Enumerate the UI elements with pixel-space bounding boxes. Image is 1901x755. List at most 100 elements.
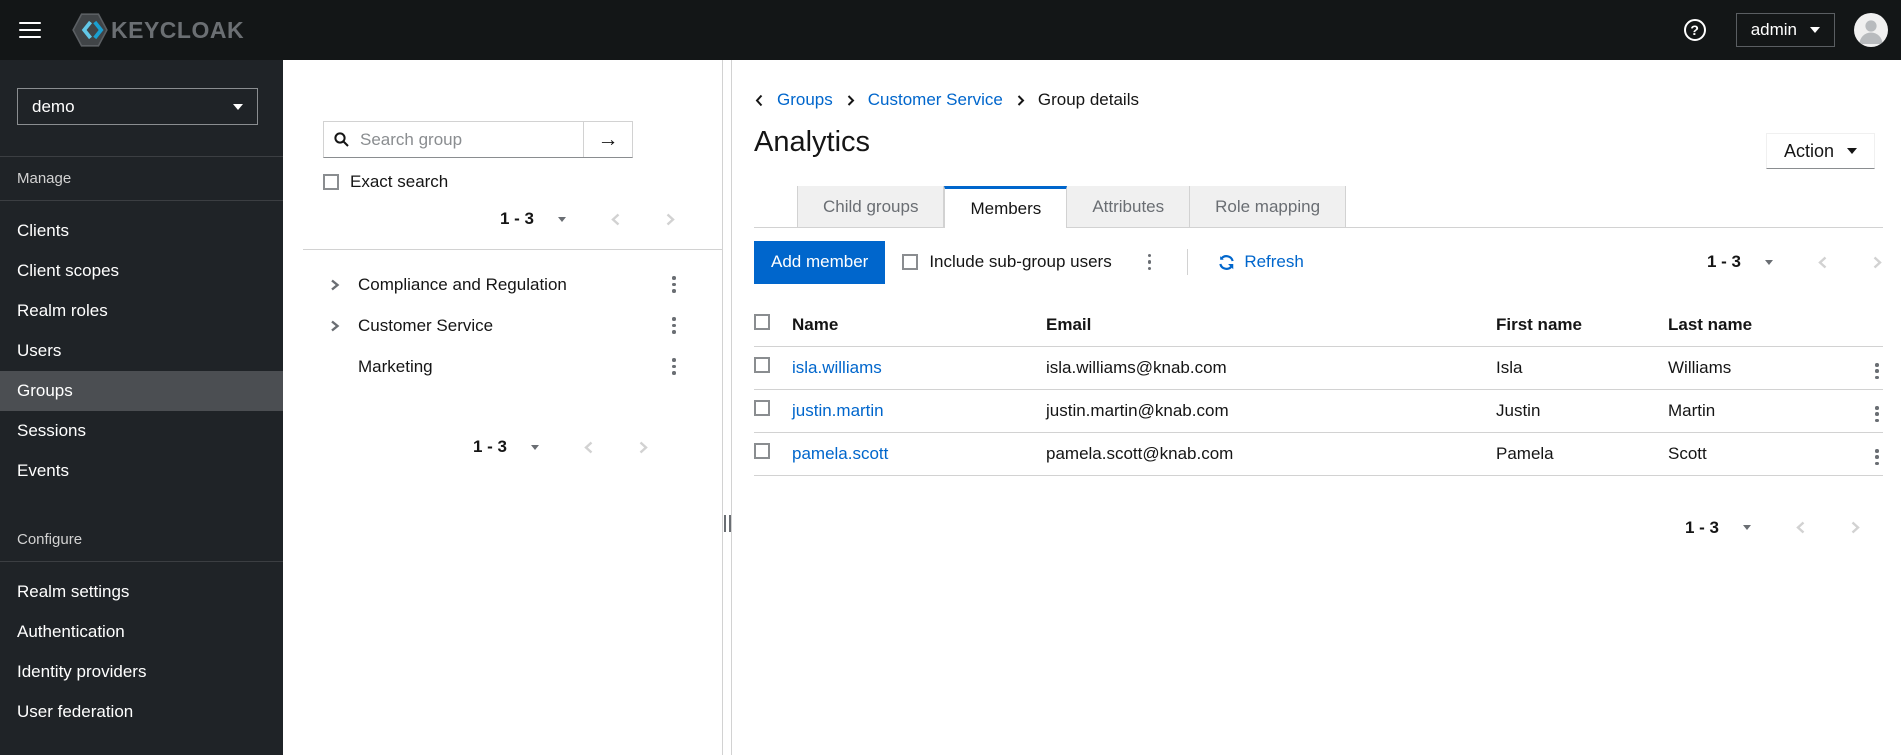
breadcrumb-current: Group details bbox=[1037, 90, 1139, 109]
member-name-link[interactable]: isla.williams bbox=[792, 358, 882, 377]
keycloak-logo: KEYCLOAK bbox=[71, 11, 244, 49]
prev-page-icon[interactable] bbox=[1795, 520, 1806, 535]
nav-toggle-icon[interactable] bbox=[19, 21, 41, 39]
exact-search-label: Exact search bbox=[350, 172, 449, 191]
expand-chevron-icon[interactable] bbox=[329, 319, 340, 333]
chevron-down-icon bbox=[1810, 27, 1820, 33]
pagination-options-icon[interactable] bbox=[531, 444, 539, 450]
section-label-manage: Manage bbox=[0, 156, 283, 201]
sidebar-item-identity-providers[interactable]: Identity providers bbox=[0, 652, 283, 692]
toolbar-kebab-icon[interactable] bbox=[1144, 250, 1156, 274]
group-kebab-icon[interactable] bbox=[668, 354, 680, 378]
member-last-name: Williams bbox=[1668, 346, 1840, 390]
member-last-name: Scott bbox=[1668, 432, 1840, 476]
sidebar-item-user-federation[interactable]: User federation bbox=[0, 692, 283, 732]
next-page-icon[interactable] bbox=[638, 440, 649, 455]
avatar[interactable] bbox=[1854, 13, 1888, 47]
masthead: KEYCLOAK ? admin bbox=[0, 0, 1901, 60]
member-email: justin.martin@knab.com bbox=[1046, 389, 1496, 433]
group-name[interactable]: Marketing bbox=[358, 357, 433, 377]
tab-role-mapping[interactable]: Role mapping bbox=[1190, 186, 1347, 227]
group-tree: Compliance and Regulation Customer Servi… bbox=[323, 264, 722, 387]
breadcrumb-customer-service-link[interactable]: Customer Service bbox=[868, 90, 1003, 110]
action-dropdown[interactable]: Action bbox=[1765, 133, 1875, 169]
table-row: justin.martin justin.martin@knab.com Jus… bbox=[754, 389, 1883, 433]
breadcrumb-groups-link[interactable]: Groups bbox=[777, 90, 833, 110]
group-kebab-icon[interactable] bbox=[668, 272, 680, 296]
group-tree-panel: → Exact search 1 - 3 Compliance and Re bbox=[283, 60, 723, 755]
tab-attributes[interactable]: Attributes bbox=[1067, 186, 1191, 227]
configure-nav: Realm settings Authentication Identity p… bbox=[0, 562, 283, 732]
prev-page-icon[interactable] bbox=[583, 440, 594, 455]
select-all-checkbox[interactable] bbox=[754, 314, 770, 331]
next-page-icon[interactable] bbox=[665, 212, 676, 227]
sidebar-item-events[interactable]: Events bbox=[0, 451, 283, 491]
pagination-options-icon[interactable] bbox=[1765, 259, 1773, 265]
breadcrumb: Groups Customer Service Group details bbox=[754, 60, 1883, 110]
col-header-email: Email bbox=[1046, 304, 1496, 347]
chevron-right-icon bbox=[846, 94, 855, 107]
sidebar: demo Manage Clients Client scopes Realm … bbox=[0, 60, 283, 755]
tab-child-groups[interactable]: Child groups bbox=[797, 186, 945, 227]
member-name-link[interactable]: justin.martin bbox=[792, 401, 884, 420]
pagination-options-icon[interactable] bbox=[1743, 525, 1751, 530]
include-subgroups-checkbox[interactable] bbox=[902, 254, 919, 270]
member-first-name: Pamela bbox=[1496, 432, 1668, 476]
prev-page-icon[interactable] bbox=[610, 212, 621, 227]
member-name-link[interactable]: pamela.scott bbox=[792, 444, 888, 463]
tab-members[interactable]: Members bbox=[944, 186, 1068, 228]
user-dropdown[interactable]: admin bbox=[1735, 13, 1835, 47]
expand-chevron-icon[interactable] bbox=[329, 278, 340, 292]
sidebar-item-sessions[interactable]: Sessions bbox=[0, 411, 283, 451]
pagination-options-icon[interactable] bbox=[558, 216, 566, 222]
breadcrumb-back-icon[interactable] bbox=[754, 93, 764, 108]
group-name[interactable]: Customer Service bbox=[358, 316, 493, 336]
search-submit-button[interactable]: → bbox=[583, 122, 632, 157]
group-name[interactable]: Compliance and Regulation bbox=[358, 275, 567, 295]
sidebar-item-realm-roles[interactable]: Realm roles bbox=[0, 291, 283, 331]
row-kebab-icon[interactable] bbox=[1871, 359, 1883, 383]
sidebar-item-authentication[interactable]: Authentication bbox=[0, 612, 283, 652]
group-kebab-icon[interactable] bbox=[668, 313, 680, 337]
members-pagination-bottom: 1 - 3 bbox=[1685, 518, 1861, 538]
tree-item-customer-service[interactable]: Customer Service bbox=[323, 305, 722, 346]
brand-text: KEYCLOAK bbox=[111, 16, 245, 43]
next-page-icon[interactable] bbox=[1850, 520, 1861, 535]
manage-nav: Clients Client scopes Realm roles Users … bbox=[0, 201, 283, 491]
row-checkbox[interactable] bbox=[754, 357, 770, 373]
next-page-icon[interactable] bbox=[1872, 255, 1883, 270]
action-dropdown-label: Action bbox=[1783, 140, 1834, 161]
sidebar-item-groups[interactable]: Groups bbox=[0, 371, 283, 411]
exact-search-checkbox[interactable] bbox=[323, 174, 339, 190]
refresh-button[interactable]: Refresh bbox=[1218, 252, 1304, 272]
tree-item-compliance-and-regulation[interactable]: Compliance and Regulation bbox=[323, 264, 722, 305]
prev-page-icon[interactable] bbox=[1817, 255, 1828, 270]
tree-item-marketing[interactable]: Marketing bbox=[323, 346, 722, 387]
panel-resize-handle[interactable] bbox=[723, 60, 732, 755]
divider bbox=[1187, 249, 1189, 275]
sidebar-item-users[interactable]: Users bbox=[0, 331, 283, 371]
chevron-right-icon bbox=[1016, 94, 1025, 107]
keycloak-logo-icon bbox=[71, 11, 109, 49]
table-row: pamela.scott pamela.scott@knab.com Pamel… bbox=[754, 432, 1883, 476]
table-header-row: Name Email First name Last name bbox=[754, 304, 1883, 347]
realm-select[interactable]: demo bbox=[17, 88, 258, 125]
include-subgroups-label: Include sub-group users bbox=[929, 252, 1112, 271]
row-kebab-icon[interactable] bbox=[1871, 402, 1883, 426]
sidebar-item-clients[interactable]: Clients bbox=[0, 211, 283, 251]
sidebar-item-client-scopes[interactable]: Client scopes bbox=[0, 251, 283, 291]
sidebar-item-realm-settings[interactable]: Realm settings bbox=[0, 572, 283, 612]
pagination-range: 1 - 3 bbox=[1706, 252, 1741, 271]
row-kebab-icon[interactable] bbox=[1871, 445, 1883, 469]
search-icon bbox=[334, 132, 349, 147]
members-table: Name Email First name Last name isla.wil… bbox=[754, 304, 1883, 476]
member-last-name: Martin bbox=[1668, 389, 1840, 433]
group-tabs: Child groups Members Attributes Role map… bbox=[754, 186, 1883, 228]
add-member-button[interactable]: Add member bbox=[754, 240, 886, 284]
group-details-main: Groups Customer Service Group details An… bbox=[732, 60, 1901, 755]
search-input[interactable] bbox=[324, 122, 583, 157]
help-icon[interactable]: ? bbox=[1683, 19, 1706, 41]
members-pagination-top: 1 - 3 bbox=[1707, 252, 1883, 272]
row-checkbox[interactable] bbox=[754, 400, 770, 416]
row-checkbox[interactable] bbox=[754, 443, 770, 459]
